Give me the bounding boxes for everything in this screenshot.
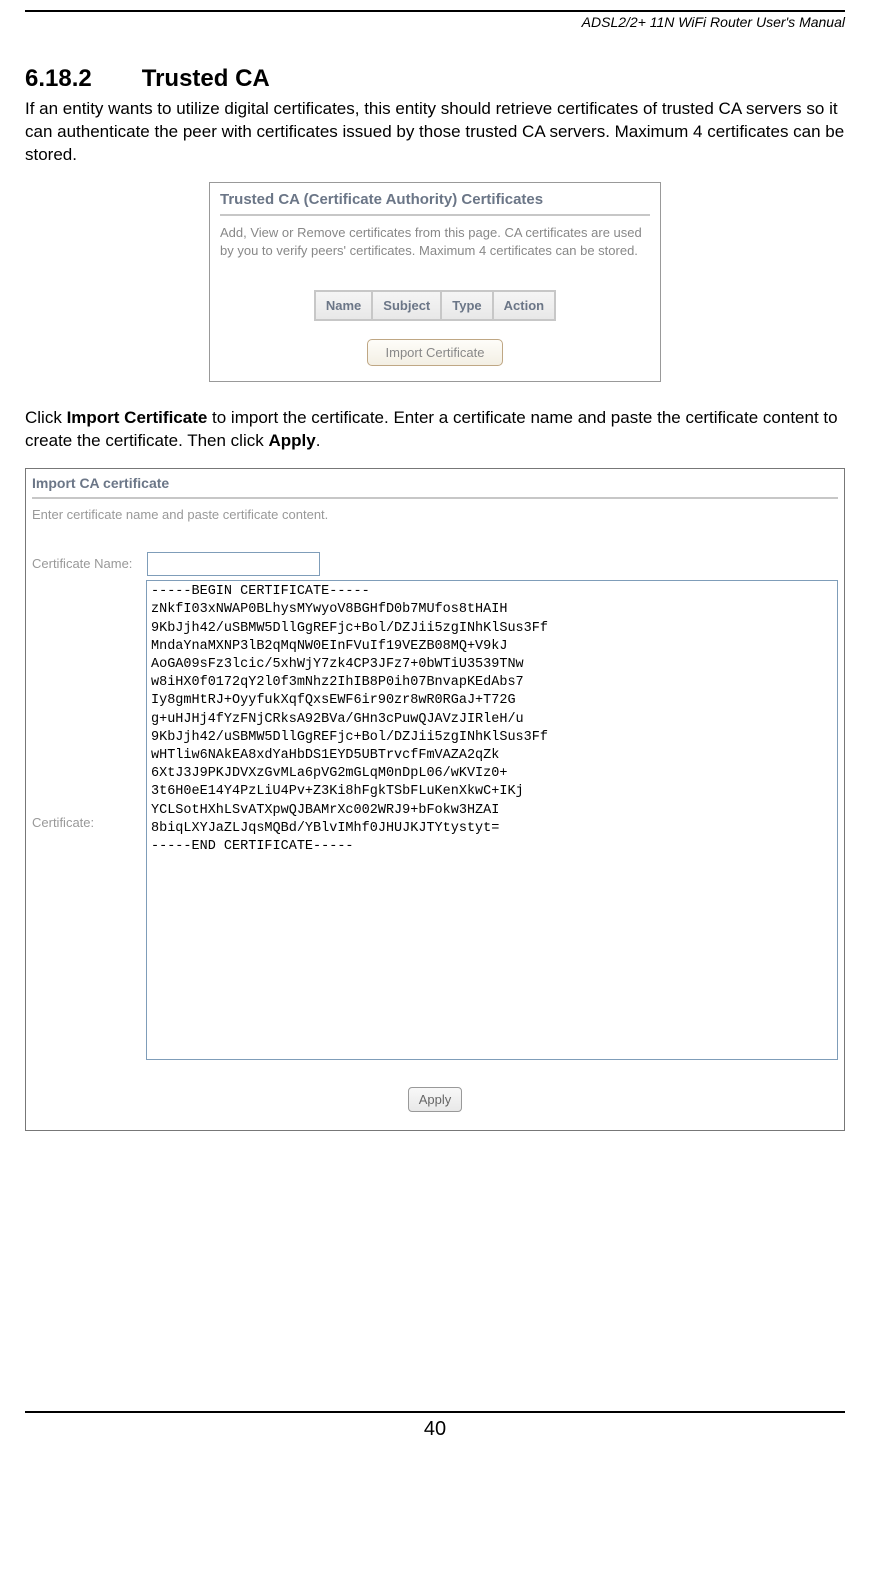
import-ca-title: Import CA certificate xyxy=(32,473,838,499)
import-ca-panel: Import CA certificate Enter certificate … xyxy=(25,468,845,1131)
section-number: 6.18.2 xyxy=(25,65,92,92)
apply-button[interactable]: Apply xyxy=(408,1087,463,1112)
trusted-ca-description: Add, View or Remove certificates from th… xyxy=(220,224,650,260)
table-header-action: Action xyxy=(493,291,555,320)
import-certificate-button[interactable]: Import Certificate xyxy=(367,339,504,366)
p2-bold1: Import Certificate xyxy=(67,408,208,427)
section-paragraph-2: Click Import Certificate to import the c… xyxy=(25,407,845,453)
table-header-type: Type xyxy=(441,291,492,320)
certificate-textarea[interactable] xyxy=(146,580,838,1060)
certificate-label: Certificate: xyxy=(32,815,146,830)
table-header-subject: Subject xyxy=(372,291,441,320)
trusted-ca-panel: Trusted CA (Certificate Authority) Certi… xyxy=(209,182,661,382)
page-footer: 40 xyxy=(25,1411,845,1441)
section-heading: 6.18.2 Trusted CA xyxy=(25,65,845,93)
page-number: 40 xyxy=(424,1418,446,1440)
manual-header: ADSL2/2+ 11N WiFi Router User's Manual xyxy=(25,14,845,30)
import-ca-description: Enter certificate name and paste certifi… xyxy=(32,499,838,552)
section-title-text: Trusted CA xyxy=(142,65,270,92)
certificate-name-label: Certificate Name: xyxy=(32,552,147,571)
p2-bold2: Apply xyxy=(268,431,315,450)
certificate-name-input[interactable] xyxy=(147,552,320,576)
p2-post: . xyxy=(316,431,321,450)
trusted-ca-table: Name Subject Type Action xyxy=(314,290,556,321)
trusted-ca-title: Trusted CA (Certificate Authority) Certi… xyxy=(220,191,650,216)
section-paragraph-1: If an entity wants to utilize digital ce… xyxy=(25,98,845,167)
p2-pre: Click xyxy=(25,408,67,427)
table-header-name: Name xyxy=(315,291,372,320)
